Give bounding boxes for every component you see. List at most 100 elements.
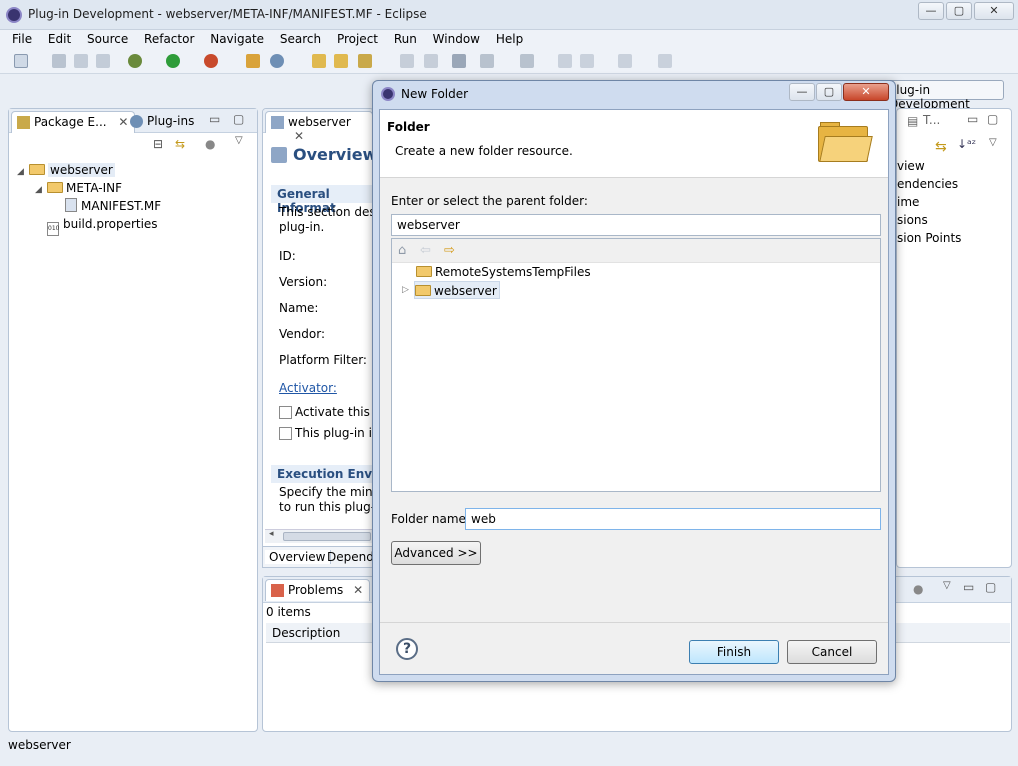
maximize-button[interactable]: ▢ — [946, 2, 972, 20]
view-menu-icon[interactable]: ▽ — [943, 580, 951, 591]
open-resource-icon[interactable] — [334, 54, 348, 68]
menu-navigate[interactable]: Navigate — [204, 30, 270, 48]
tab-plug-ins[interactable]: Plug-ins — [125, 111, 200, 133]
tree-item[interactable]: MANIFEST.MF — [17, 197, 257, 215]
menu-edit[interactable]: Edit — [42, 30, 77, 48]
back-icon[interactable]: ⇦ — [420, 243, 431, 258]
minimize-view-icon[interactable]: ▭ — [967, 112, 978, 126]
minimize-view-icon[interactable]: ▭ — [963, 580, 974, 594]
outline-item[interactable]: ime — [897, 195, 919, 209]
help-icon[interactable]: ? — [396, 638, 418, 660]
tree-item[interactable]: ◢ META-INF — [17, 179, 257, 197]
maximize-view-icon[interactable]: ▢ — [985, 580, 996, 594]
dialog-maximize-button[interactable]: ▢ — [816, 83, 842, 101]
expand-arrow-icon[interactable]: ▷ — [402, 285, 409, 295]
outline-item[interactable]: endencies — [897, 177, 958, 191]
show-whitespace-icon[interactable] — [424, 54, 438, 68]
menu-search[interactable]: Search — [274, 30, 327, 48]
next-annotation-icon[interactable] — [480, 54, 494, 68]
tab-outline-label[interactable]: T... — [923, 113, 940, 127]
finish-button[interactable]: Finish — [689, 640, 779, 664]
singleton-checkbox[interactable] — [279, 427, 292, 440]
prev-annotation-icon[interactable] — [520, 54, 534, 68]
pin-editor-icon[interactable] — [658, 54, 672, 68]
link-editor-icon[interactable]: ⇆ — [935, 139, 947, 155]
menu-source[interactable]: Source — [81, 30, 134, 48]
view-menu-icon[interactable]: ▽ — [235, 135, 243, 146]
tab-editor-webserver[interactable]: webserver ✕ — [265, 111, 373, 143]
advanced-button[interactable]: Advanced >> — [391, 541, 481, 565]
save-all-icon[interactable] — [74, 54, 88, 68]
back-icon[interactable] — [580, 54, 594, 68]
maximize-view-icon[interactable]: ▢ — [987, 112, 998, 126]
outline-item[interactable]: view — [897, 159, 925, 173]
view-menu-icon[interactable]: ▽ — [989, 137, 997, 148]
tree-item-selected[interactable]: webserver — [414, 281, 500, 299]
tree-item[interactable]: RemoteSystemsTempFiles — [416, 263, 591, 281]
new-plugin-icon[interactable] — [246, 54, 260, 68]
external-tools-icon[interactable] — [204, 54, 218, 68]
horizontal-scrollbar[interactable]: ◂ — [265, 529, 373, 543]
tab-overview[interactable]: Overview — [265, 550, 331, 564]
section-execution-environments[interactable]: Execution Enviro — [271, 465, 373, 483]
activate-checkbox[interactable] — [279, 406, 292, 419]
parent-folder-input[interactable] — [391, 214, 881, 236]
package-explorer-toolbar: ⊟ ⇆ ● ▽ — [9, 133, 257, 155]
section-general-information[interactable]: General Informat — [271, 185, 373, 215]
close-button[interactable]: ✕ — [974, 2, 1014, 20]
home-icon[interactable]: ⌂ — [398, 243, 406, 258]
close-icon[interactable]: ✕ — [294, 129, 304, 143]
menu-file[interactable]: File — [6, 30, 38, 48]
tree-item-label: webserver — [48, 163, 115, 177]
scroll-left-icon[interactable]: ◂ — [269, 529, 274, 539]
section-description: Specify the minim — [279, 485, 373, 499]
dialog-minimize-button[interactable]: — — [789, 83, 815, 101]
dialog-window-controls: — ▢ ✕ — [789, 83, 889, 101]
collapse-all-icon[interactable]: ⊟ — [153, 137, 163, 151]
field-label-vendor: Vendor: — [279, 327, 325, 341]
tree-item-label: META-INF — [66, 181, 123, 195]
outline-icon: ▤ — [907, 114, 919, 128]
outline-item[interactable]: sion Points — [897, 231, 961, 245]
outline-panel: ▤ T... ▭ ▢ ⇆ ↓ᵃᶻ ▽ view endencies ime si… — [896, 108, 1012, 568]
menu-project[interactable]: Project — [331, 30, 384, 48]
menu-refactor[interactable]: Refactor — [138, 30, 200, 48]
perspective-switcher[interactable]: Plug-in Development — [884, 80, 1004, 111]
tree-item[interactable]: ◢ webserver — [17, 161, 257, 179]
toggle-mark-icon[interactable] — [400, 54, 414, 68]
minimize-button[interactable]: — — [918, 2, 944, 20]
filters-icon[interactable]: ● — [205, 137, 215, 151]
tree-item[interactable]: 010 build.properties — [17, 215, 257, 236]
tab-problems[interactable]: Problems ✕ — [265, 579, 371, 601]
last-edit-icon[interactable] — [558, 54, 572, 68]
tab-package-explorer[interactable]: Package E... ✕ — [11, 111, 136, 133]
activator-link[interactable]: Activator: — [279, 381, 337, 395]
debug-icon[interactable] — [128, 54, 142, 68]
open-type-icon[interactable] — [312, 54, 326, 68]
dialog-titlebar[interactable]: New Folder — ▢ ✕ — [373, 81, 895, 107]
scrollbar-thumb[interactable] — [283, 532, 371, 541]
new-class-icon[interactable] — [270, 54, 284, 68]
forward-icon[interactable]: ⇨ — [444, 243, 455, 258]
sort-icon[interactable]: ↓ᵃᶻ — [957, 137, 976, 151]
menu-run[interactable]: Run — [388, 30, 423, 48]
minimize-view-icon[interactable]: ▭ — [209, 112, 220, 126]
folder-name-input[interactable] — [465, 508, 881, 530]
filters-icon[interactable]: ● — [913, 582, 923, 596]
print-icon[interactable] — [96, 54, 110, 68]
dialog-close-button[interactable]: ✕ — [843, 83, 889, 101]
close-icon[interactable]: ✕ — [353, 583, 363, 597]
link-editor-icon[interactable]: ⇆ — [175, 137, 185, 151]
menu-window[interactable]: Window — [427, 30, 486, 48]
new-icon[interactable] — [14, 54, 28, 68]
maximize-view-icon[interactable]: ▢ — [233, 112, 244, 126]
menu-help[interactable]: Help — [490, 30, 529, 48]
forward-icon[interactable] — [618, 54, 632, 68]
skip-breakpoints-icon[interactable] — [452, 54, 466, 68]
run-icon[interactable] — [166, 54, 180, 68]
cancel-button[interactable]: Cancel — [787, 640, 877, 664]
search-icon[interactable] — [358, 54, 372, 68]
save-icon[interactable] — [52, 54, 66, 68]
outline-item[interactable]: sions — [897, 213, 928, 227]
manifest-editor: webserver ✕ Overview General Informat Th… — [262, 108, 374, 568]
